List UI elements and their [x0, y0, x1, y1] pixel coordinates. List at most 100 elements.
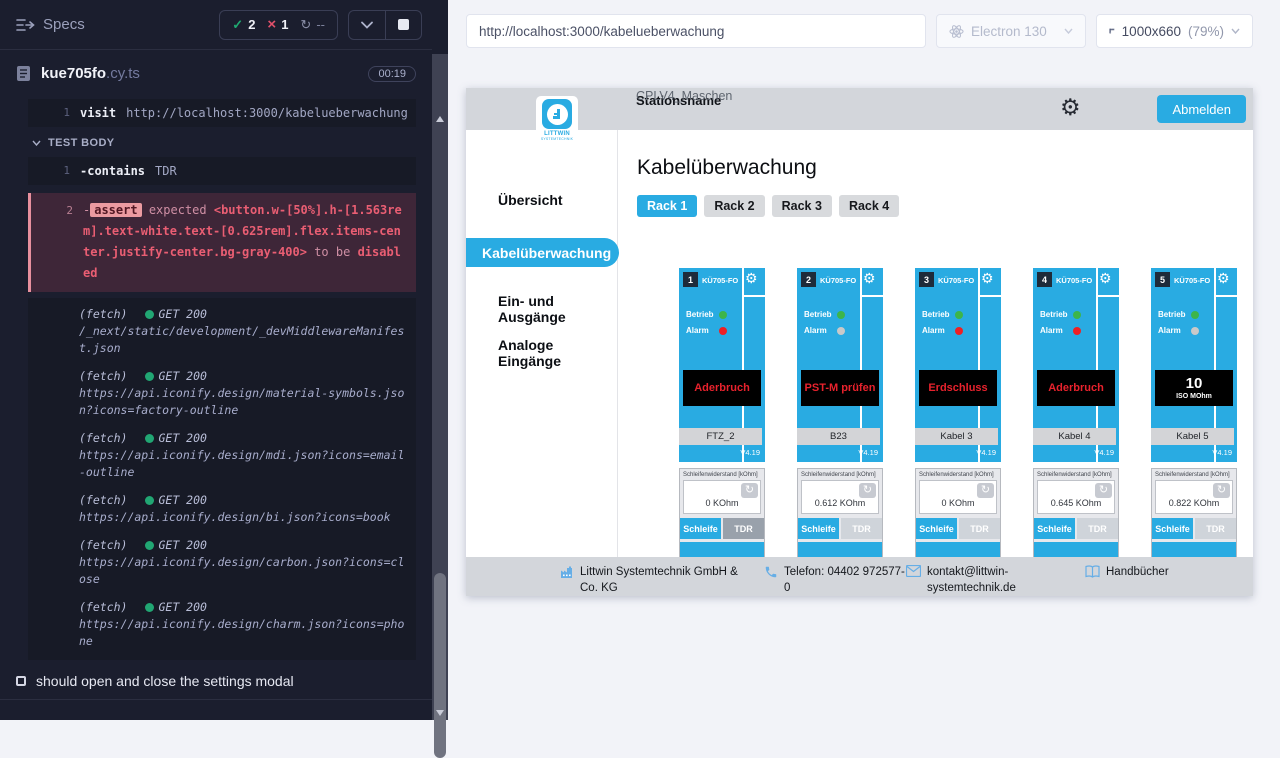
station-info: Stationsname CPLV4_Maschen [636, 93, 721, 108]
module-gear-icon[interactable]: ⚙ [745, 270, 758, 287]
cable-name: B23 [797, 428, 880, 445]
spec-file-name: kue705fo.cy.ts [41, 65, 140, 82]
cable-name: Kabel 4 [1033, 428, 1116, 445]
module-strip [1034, 542, 1118, 557]
cypress-reporter-panel: Specs ✓2 ×1 ↻-- kue705fo.cy.ts 00:19 1 v… [0, 0, 432, 720]
scrollbar-track[interactable] [432, 54, 448, 720]
resistance-label: Schleifenwiderstand [kOhm] [1034, 469, 1118, 479]
module-number: 5 [1155, 272, 1170, 287]
status-ok-dot [145, 434, 154, 443]
firmware-version: V4.19 [740, 448, 760, 457]
module-number: 2 [801, 272, 816, 287]
chevron-down-icon [1064, 28, 1073, 34]
module-card-4: 4 KÜ705-FO ⚙ Betrieb Alarm Aderbruch Kab… [1033, 268, 1119, 557]
tab-rack-1[interactable]: Rack 1 [637, 195, 697, 217]
stop-button[interactable] [385, 11, 421, 39]
email-icon [906, 565, 921, 577]
failed-stat: ×1 [267, 17, 288, 32]
tdr-button-disabled[interactable]: TDR [1195, 518, 1236, 539]
resistance-valuebox: ↻ 0.612 KOhm [801, 480, 879, 514]
tab-rack-3[interactable]: Rack 3 [772, 195, 832, 217]
app-content: Kabelüberwachung Rack 1 Rack 2 Rack 3 Ra… [618, 130, 1253, 596]
littwin-logo: LITTWIN SYSTEMTECHNIK [536, 96, 578, 150]
sidebar-item-ein-ausgaenge[interactable]: Ein- und Ausgänge [498, 293, 617, 311]
module-gear-icon[interactable]: ⚙ [981, 270, 994, 287]
browser-select[interactable]: Electron 130 [936, 14, 1086, 48]
resistance-label: Schleifenwiderstand [kOhm] [680, 469, 764, 479]
alarm-led [1191, 327, 1199, 335]
tdr-button-disabled[interactable]: TDR [1077, 518, 1118, 539]
module-gear-icon[interactable]: ⚙ [1099, 270, 1112, 287]
pending-test-row[interactable]: should open and close the settings modal [16, 673, 416, 689]
phone-icon [764, 565, 778, 579]
resistance-value: 0.822 KOhm [1156, 498, 1232, 508]
schleife-button[interactable]: Schleife [1152, 518, 1193, 539]
refresh-icon[interactable]: ↻ [1213, 483, 1230, 498]
sidebar-item-kabelueberwachung-active[interactable]: Kabelüberwachung [466, 238, 619, 267]
resistance-valuebox: ↻ 0 KOhm [683, 480, 761, 514]
module-model: KÜ705-FO [1174, 276, 1210, 285]
footer-manuals[interactable]: Handbücher [1085, 564, 1169, 580]
firmware-version: V4.19 [858, 448, 878, 457]
specs-label: Specs [43, 16, 85, 33]
scroll-down-arrow[interactable] [436, 710, 444, 716]
passed-stat: ✓2 [232, 17, 255, 33]
status-display: Aderbruch [1037, 370, 1115, 406]
schleife-button[interactable]: Schleife [1034, 518, 1075, 539]
tdr-button-disabled[interactable]: TDR [959, 518, 1000, 539]
status-ok-dot [145, 496, 154, 505]
alarm-led [719, 327, 727, 335]
log-row-contains[interactable]: 1 -contains TDR [28, 157, 416, 185]
sidebar-item-analoge-eingaenge[interactable]: Analoge Eingänge [498, 337, 617, 355]
log-row-assert-failed[interactable]: 2 -assert expected <button.w-[50%].h-[1.… [28, 193, 416, 292]
module-card-3: 3 KÜ705-FO ⚙ Betrieb Alarm Erdschluss Ka… [915, 268, 1001, 557]
test-box-icon [16, 676, 26, 686]
footer-email[interactable]: kontakt@littwin-systemtechnik.de [906, 564, 1021, 596]
divider [0, 699, 432, 700]
tdr-button-disabled[interactable]: TDR [723, 518, 764, 539]
schleife-button[interactable]: Schleife [798, 518, 839, 539]
spec-file-row[interactable]: kue705fo.cy.ts 00:19 [0, 50, 432, 95]
tdr-button-disabled[interactable]: TDR [841, 518, 882, 539]
fetch-entry: (fetch)GET 200 https://api.iconify.desig… [79, 537, 408, 588]
scroll-up-arrow[interactable] [436, 116, 444, 122]
refresh-icon[interactable]: ↻ [741, 483, 758, 498]
module-strip [798, 542, 882, 557]
module-model: KÜ705-FO [820, 276, 856, 285]
assert-badge: assert [90, 203, 141, 217]
module-number: 3 [919, 272, 934, 287]
tab-rack-2[interactable]: Rack 2 [704, 195, 764, 217]
refresh-icon[interactable]: ↻ [859, 483, 876, 498]
refresh-icon[interactable]: ↻ [977, 483, 994, 498]
resistance-valuebox: ↻ 0.645 KOhm [1037, 480, 1115, 514]
scrollbar-thumb[interactable] [434, 573, 446, 758]
schleife-button[interactable]: Schleife [680, 518, 721, 539]
resistance-value: 0.612 KOhm [802, 498, 878, 508]
module-gear-icon[interactable]: ⚙ [863, 270, 876, 287]
fetch-entry: (fetch)GET 200 https://api.iconify.desig… [79, 430, 408, 481]
resistance-value: 0 KOhm [920, 498, 996, 508]
logout-button[interactable]: Abmelden [1157, 95, 1246, 123]
command-log: 1 visit http://localhost:3000/kabelueber… [0, 99, 432, 660]
firmware-version: V4.19 [1094, 448, 1114, 457]
betrieb-led [1191, 311, 1199, 319]
url-input[interactable] [466, 14, 926, 48]
book-icon [1085, 565, 1100, 578]
refresh-icon[interactable]: ↻ [1095, 483, 1112, 498]
cable-name: FTZ_2 [679, 428, 762, 445]
module-number: 4 [1037, 272, 1052, 287]
pending-stat: ↻-- [300, 17, 325, 33]
module-gear-icon[interactable]: ⚙ [1217, 270, 1230, 287]
sidebar-item-uebersicht[interactable]: Übersicht [498, 192, 617, 210]
specs-menu[interactable]: Specs [16, 16, 85, 33]
collapse-button[interactable] [349, 11, 385, 39]
stop-icon [398, 19, 409, 30]
reporter-header: Specs ✓2 ×1 ↻-- [0, 0, 432, 50]
settings-gear-icon[interactable]: ⚙ [1060, 94, 1081, 121]
log-row-visit[interactable]: 1 visit http://localhost:3000/kabelueber… [28, 99, 416, 127]
module-card-1: 1 KÜ705-FO ⚙ Betrieb Alarm Aderbruch FTZ… [679, 268, 765, 557]
schleife-button[interactable]: Schleife [916, 518, 957, 539]
test-body-section[interactable]: TEST BODY [32, 137, 416, 149]
tab-rack-4[interactable]: Rack 4 [839, 195, 899, 217]
viewport-size-select[interactable]: 1000x660 (79%) [1096, 14, 1253, 48]
